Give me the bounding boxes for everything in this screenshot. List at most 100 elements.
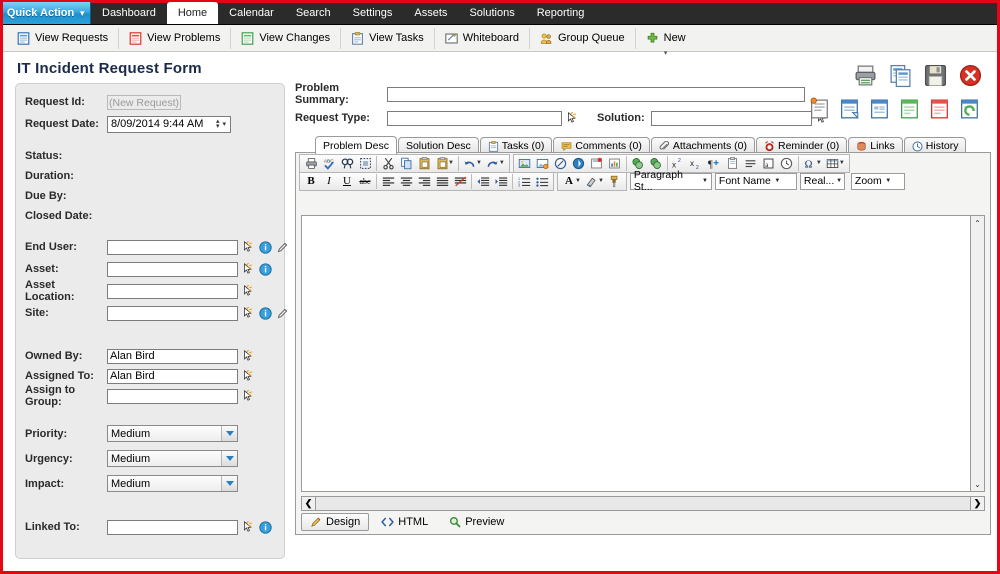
chevron-down-icon[interactable]: ▼ bbox=[816, 160, 822, 166]
nav-tab-home[interactable]: Home bbox=[166, 2, 219, 24]
zoom-select[interactable]: Zoom ▼ bbox=[850, 172, 905, 190]
solution-input[interactable] bbox=[650, 110, 812, 126]
nav-tab-reporting[interactable]: Reporting bbox=[526, 2, 596, 24]
insert-chart-icon[interactable] bbox=[606, 155, 624, 172]
align-left-icon[interactable] bbox=[379, 173, 397, 190]
editor-vertical-scrollbar[interactable]: ⌃ ⌄ bbox=[970, 215, 985, 492]
editor-content-area[interactable] bbox=[301, 215, 970, 492]
nav-tab-dashboard[interactable]: Dashboard bbox=[91, 2, 167, 24]
copy-request-icon[interactable] bbox=[888, 63, 913, 88]
lookup-icon[interactable] bbox=[242, 369, 255, 383]
clear-formatting-icon[interactable] bbox=[451, 173, 469, 190]
underline-icon[interactable]: U bbox=[338, 173, 356, 190]
find-icon[interactable] bbox=[338, 155, 356, 172]
new-incident-icon[interactable] bbox=[928, 97, 953, 122]
chevron-down-icon[interactable]: ▼ bbox=[598, 178, 604, 184]
horizontal-rule-icon[interactable] bbox=[742, 155, 760, 172]
strikethrough-icon[interactable]: abc bbox=[356, 173, 374, 190]
nav-tab-settings[interactable]: Settings bbox=[342, 2, 404, 24]
request-type-input[interactable] bbox=[387, 110, 562, 126]
refresh-request-icon[interactable] bbox=[958, 97, 983, 122]
quick-action-menu[interactable]: Quick Action ▼ bbox=[3, 2, 91, 24]
view-changes-button[interactable]: View Changes bbox=[231, 27, 342, 49]
italic-icon[interactable]: I bbox=[320, 173, 338, 190]
lookup-icon[interactable] bbox=[242, 284, 255, 298]
increase-indent-icon[interactable] bbox=[492, 173, 510, 190]
view-tasks-button[interactable]: View Tasks bbox=[341, 27, 435, 49]
info-icon[interactable] bbox=[259, 520, 272, 534]
chevron-down-icon[interactable] bbox=[221, 476, 237, 491]
print-icon[interactable] bbox=[302, 155, 320, 172]
paste-icon[interactable] bbox=[415, 155, 433, 172]
lookup-icon[interactable] bbox=[242, 349, 255, 363]
lookup-icon[interactable] bbox=[242, 306, 255, 320]
chevron-down-icon[interactable]: ▼ bbox=[575, 178, 581, 184]
scroll-left-button[interactable]: ❮ bbox=[301, 496, 316, 511]
lookup-icon[interactable] bbox=[242, 389, 255, 403]
nav-tab-calendar[interactable]: Calendar bbox=[218, 2, 285, 24]
font-size-select[interactable]: Real... ▼ bbox=[799, 172, 845, 190]
impact-select[interactable]: Medium bbox=[107, 475, 238, 492]
lookup-icon[interactable] bbox=[566, 111, 579, 125]
lookup-icon[interactable] bbox=[242, 262, 255, 276]
linked-to-input[interactable] bbox=[107, 519, 238, 535]
justify-icon[interactable] bbox=[433, 173, 451, 190]
nav-tab-solutions[interactable]: Solutions bbox=[458, 2, 525, 24]
asset-location-input[interactable] bbox=[107, 283, 238, 299]
horizontal-scroll-track[interactable] bbox=[316, 496, 970, 511]
select-all-icon[interactable] bbox=[356, 155, 374, 172]
align-right-icon[interactable] bbox=[415, 173, 433, 190]
scroll-right-button[interactable]: ❯ bbox=[970, 496, 985, 511]
info-icon[interactable] bbox=[259, 240, 272, 254]
lookup-icon[interactable] bbox=[242, 240, 255, 254]
insert-datetime-icon[interactable] bbox=[778, 155, 796, 172]
bold-icon[interactable]: B bbox=[302, 173, 320, 190]
paragraph-style-select[interactable]: Paragraph St... ▼ bbox=[629, 169, 712, 193]
editor-mode-preview[interactable]: Preview bbox=[440, 513, 513, 531]
urgency-select[interactable]: Medium bbox=[107, 450, 238, 467]
chevron-down-icon[interactable]: ▼ bbox=[499, 160, 505, 166]
save-icon[interactable] bbox=[923, 63, 948, 88]
format-painter-icon[interactable] bbox=[606, 173, 624, 190]
request-date-field[interactable]: 8/09/2014 9:44 AM ▴ ▾ ▾ bbox=[107, 115, 231, 133]
hyperlink-icon[interactable] bbox=[552, 155, 570, 172]
print-icon[interactable] bbox=[853, 63, 878, 88]
info-icon[interactable] bbox=[259, 262, 272, 276]
problem-summary-input[interactable] bbox=[387, 86, 805, 102]
end-user-input[interactable] bbox=[107, 239, 238, 255]
copy-icon[interactable] bbox=[397, 155, 415, 172]
editor-mode-html[interactable]: HTML bbox=[372, 513, 437, 531]
whiteboard-button[interactable]: Whiteboard bbox=[435, 27, 530, 49]
asset-input[interactable] bbox=[107, 261, 238, 277]
lookup-icon[interactable] bbox=[242, 520, 255, 534]
spellcheck-icon[interactable]: ABC bbox=[320, 155, 338, 172]
insert-image-icon[interactable] bbox=[516, 155, 534, 172]
assigned-to-input[interactable] bbox=[107, 368, 238, 384]
editor-mode-design[interactable]: Design bbox=[301, 513, 370, 531]
close-icon[interactable] bbox=[958, 63, 983, 88]
decrease-indent-icon[interactable] bbox=[474, 173, 492, 190]
paragraph-icon[interactable]: ¶ bbox=[706, 155, 724, 172]
site-input[interactable] bbox=[107, 305, 238, 321]
chevron-down-icon[interactable]: ▼ bbox=[839, 160, 845, 166]
numbered-list-icon[interactable]: 123 bbox=[515, 173, 533, 190]
bulleted-list-icon[interactable] bbox=[533, 173, 551, 190]
priority-select[interactable]: Medium bbox=[107, 425, 238, 442]
new-task-icon[interactable] bbox=[868, 97, 893, 122]
date-dropdown-icon[interactable]: ▾ bbox=[222, 120, 230, 128]
view-requests-button[interactable]: View Requests bbox=[7, 27, 120, 49]
chevron-down-icon[interactable]: ▼ bbox=[448, 160, 454, 166]
font-name-select[interactable]: Font Name ▼ bbox=[714, 172, 797, 190]
nav-tab-search[interactable]: Search bbox=[285, 2, 342, 24]
scroll-up-button[interactable]: ⌃ bbox=[971, 216, 984, 230]
anchor-icon[interactable] bbox=[570, 155, 588, 172]
info-icon[interactable] bbox=[259, 306, 272, 320]
view-problems-button[interactable]: View Problems bbox=[119, 27, 232, 49]
scroll-down-button[interactable]: ⌄ bbox=[971, 477, 984, 491]
chevron-down-icon[interactable] bbox=[221, 426, 237, 441]
chevron-down-icon[interactable]: ▼ bbox=[476, 160, 482, 166]
insert-template-icon[interactable] bbox=[724, 155, 742, 172]
new-change-icon[interactable] bbox=[898, 97, 923, 122]
chevron-down-icon[interactable]: ▾ bbox=[664, 49, 668, 57]
owned-by-input[interactable] bbox=[107, 348, 238, 364]
